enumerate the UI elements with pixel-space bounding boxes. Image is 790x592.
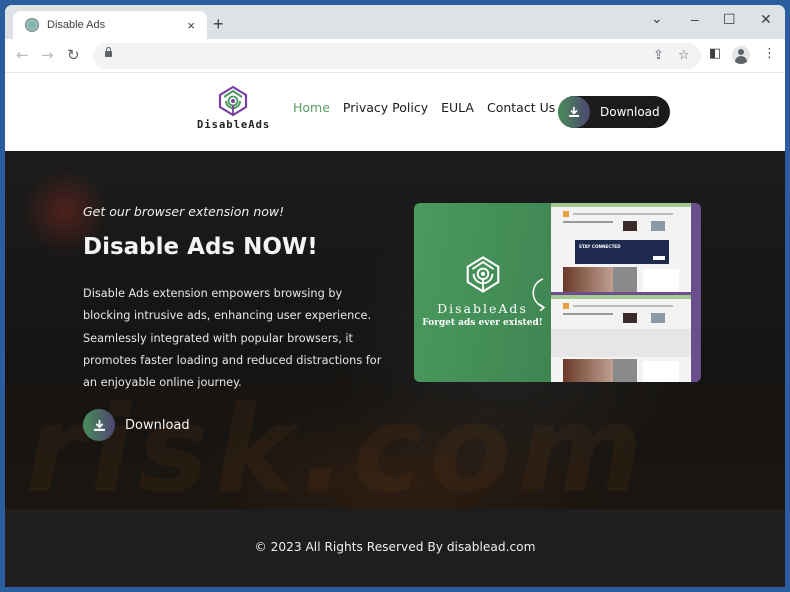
back-button[interactable]: ← bbox=[16, 46, 29, 64]
site-logo[interactable]: DisableAds bbox=[197, 85, 269, 131]
tab-title: Disable Ads bbox=[47, 19, 106, 31]
minimize-button[interactable]: – bbox=[691, 11, 699, 27]
curved-arrow-icon bbox=[532, 278, 546, 311]
nav-home[interactable]: Home bbox=[293, 100, 330, 115]
nav-eula[interactable]: EULA bbox=[441, 100, 474, 115]
main-nav: Home Privacy Policy EULA Contact Us bbox=[293, 100, 555, 115]
screenshot-without-ads bbox=[551, 295, 691, 382]
browser-menu-icon[interactable]: ⋮ bbox=[763, 46, 776, 61]
address-bar[interactable]: ⇪ ☆ bbox=[93, 43, 701, 69]
screenshot-comparison: STAY CONNECTED bbox=[551, 203, 701, 382]
screenshot-with-ads: STAY CONNECTED bbox=[551, 203, 691, 292]
site-footer: © 2023 All Rights Reserved By disablead.… bbox=[5, 509, 785, 587]
hero-tagline: Get our browser extension now! bbox=[83, 204, 285, 219]
logo-shield-icon bbox=[218, 85, 248, 117]
header-download-label: Download bbox=[600, 105, 660, 119]
tab-disable-ads[interactable]: Disable Ads × bbox=[13, 11, 207, 39]
tab-strip: Disable Ads × + ⌄ – ☐ ✕ bbox=[5, 5, 785, 39]
nav-contact-us[interactable]: Contact Us bbox=[487, 100, 555, 115]
new-tab-button[interactable]: + bbox=[213, 15, 224, 33]
close-window-button[interactable]: ✕ bbox=[760, 11, 772, 28]
header-download-button[interactable]: Download bbox=[558, 96, 670, 128]
tab-search-icon[interactable]: ⌄ bbox=[651, 10, 663, 27]
nav-privacy-policy[interactable]: Privacy Policy bbox=[343, 100, 428, 115]
promo-logo-icon bbox=[466, 256, 499, 293]
profile-avatar-icon[interactable] bbox=[732, 46, 750, 64]
promo-image: DisableAds Forget ads ever existed! STAY… bbox=[414, 203, 701, 382]
share-icon[interactable]: ⇪ bbox=[653, 48, 664, 63]
favicon-icon bbox=[25, 18, 39, 32]
ad-banner: STAY CONNECTED bbox=[575, 240, 669, 264]
hero-headline: Disable Ads NOW! bbox=[83, 234, 318, 260]
hero-section: risk.com Get our browser extension now! … bbox=[5, 151, 785, 520]
site-header: DisableAds Home Privacy Policy EULA Cont… bbox=[5, 73, 785, 151]
tab-close-icon[interactable]: × bbox=[187, 18, 195, 33]
hero-description: Disable Ads extension empowers browsing … bbox=[83, 287, 382, 390]
forward-button[interactable]: → bbox=[41, 46, 54, 64]
reload-button[interactable]: ↻ bbox=[67, 46, 80, 64]
promo-slogan: Forget ads ever existed! bbox=[422, 318, 543, 328]
maximize-button[interactable]: ☐ bbox=[723, 11, 736, 28]
download-icon bbox=[83, 409, 115, 441]
browser-toolbar: ← → ↻ ⇪ ☆ ◧ ⋮ bbox=[5, 39, 785, 73]
hero-download-label: Download bbox=[125, 417, 190, 433]
side-panel-icon[interactable]: ◧ bbox=[709, 46, 721, 61]
download-icon bbox=[558, 96, 590, 128]
web-page: DisableAds Home Privacy Policy EULA Cont… bbox=[5, 73, 785, 587]
logo-text: DisableAds bbox=[197, 119, 271, 131]
hero-download-button[interactable]: Download bbox=[83, 409, 190, 441]
lock-icon[interactable] bbox=[105, 47, 112, 57]
watermark-text: risk.com bbox=[25, 381, 649, 520]
bookmark-star-icon[interactable]: ☆ bbox=[678, 48, 690, 63]
browser-window: Disable Ads × + ⌄ – ☐ ✕ ← → ↻ ⇪ ☆ ◧ ⋮ Di… bbox=[5, 5, 785, 587]
footer-copyright: © 2023 All Rights Reserved By disablead.… bbox=[254, 540, 536, 554]
